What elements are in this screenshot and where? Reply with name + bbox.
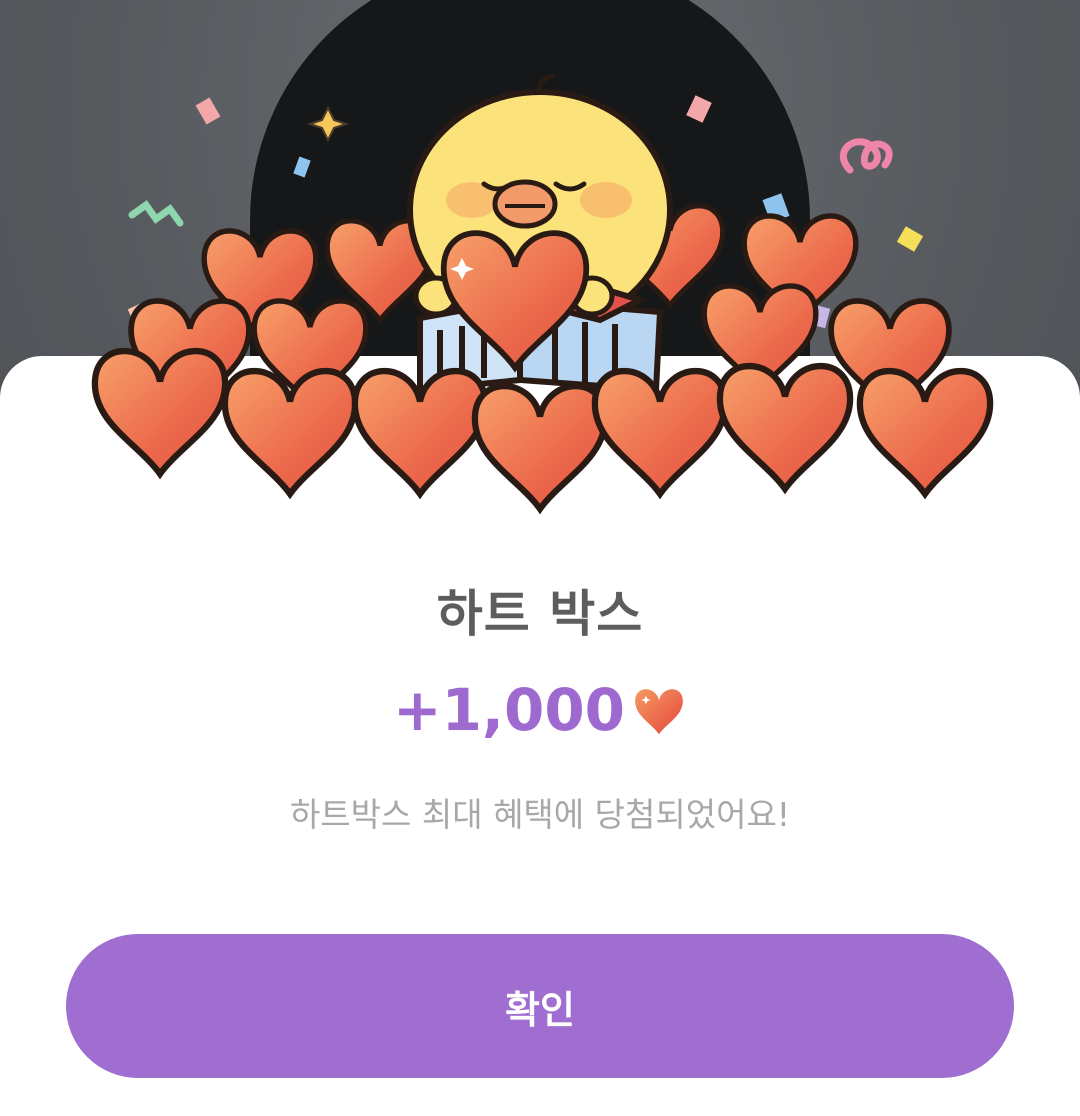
reward-amount-value: +1,000 [392, 676, 626, 744]
confirm-button[interactable]: 확인 [66, 934, 1014, 1078]
reward-amount: +1,000 [0, 676, 1080, 744]
heart-box-illustration [0, 73, 1080, 520]
popup-title: 하트 박스 [436, 585, 644, 643]
heart-icon [635, 689, 683, 735]
reward-message: 하트박스 최대 혜택에 당첨되었어요! [289, 795, 791, 834]
